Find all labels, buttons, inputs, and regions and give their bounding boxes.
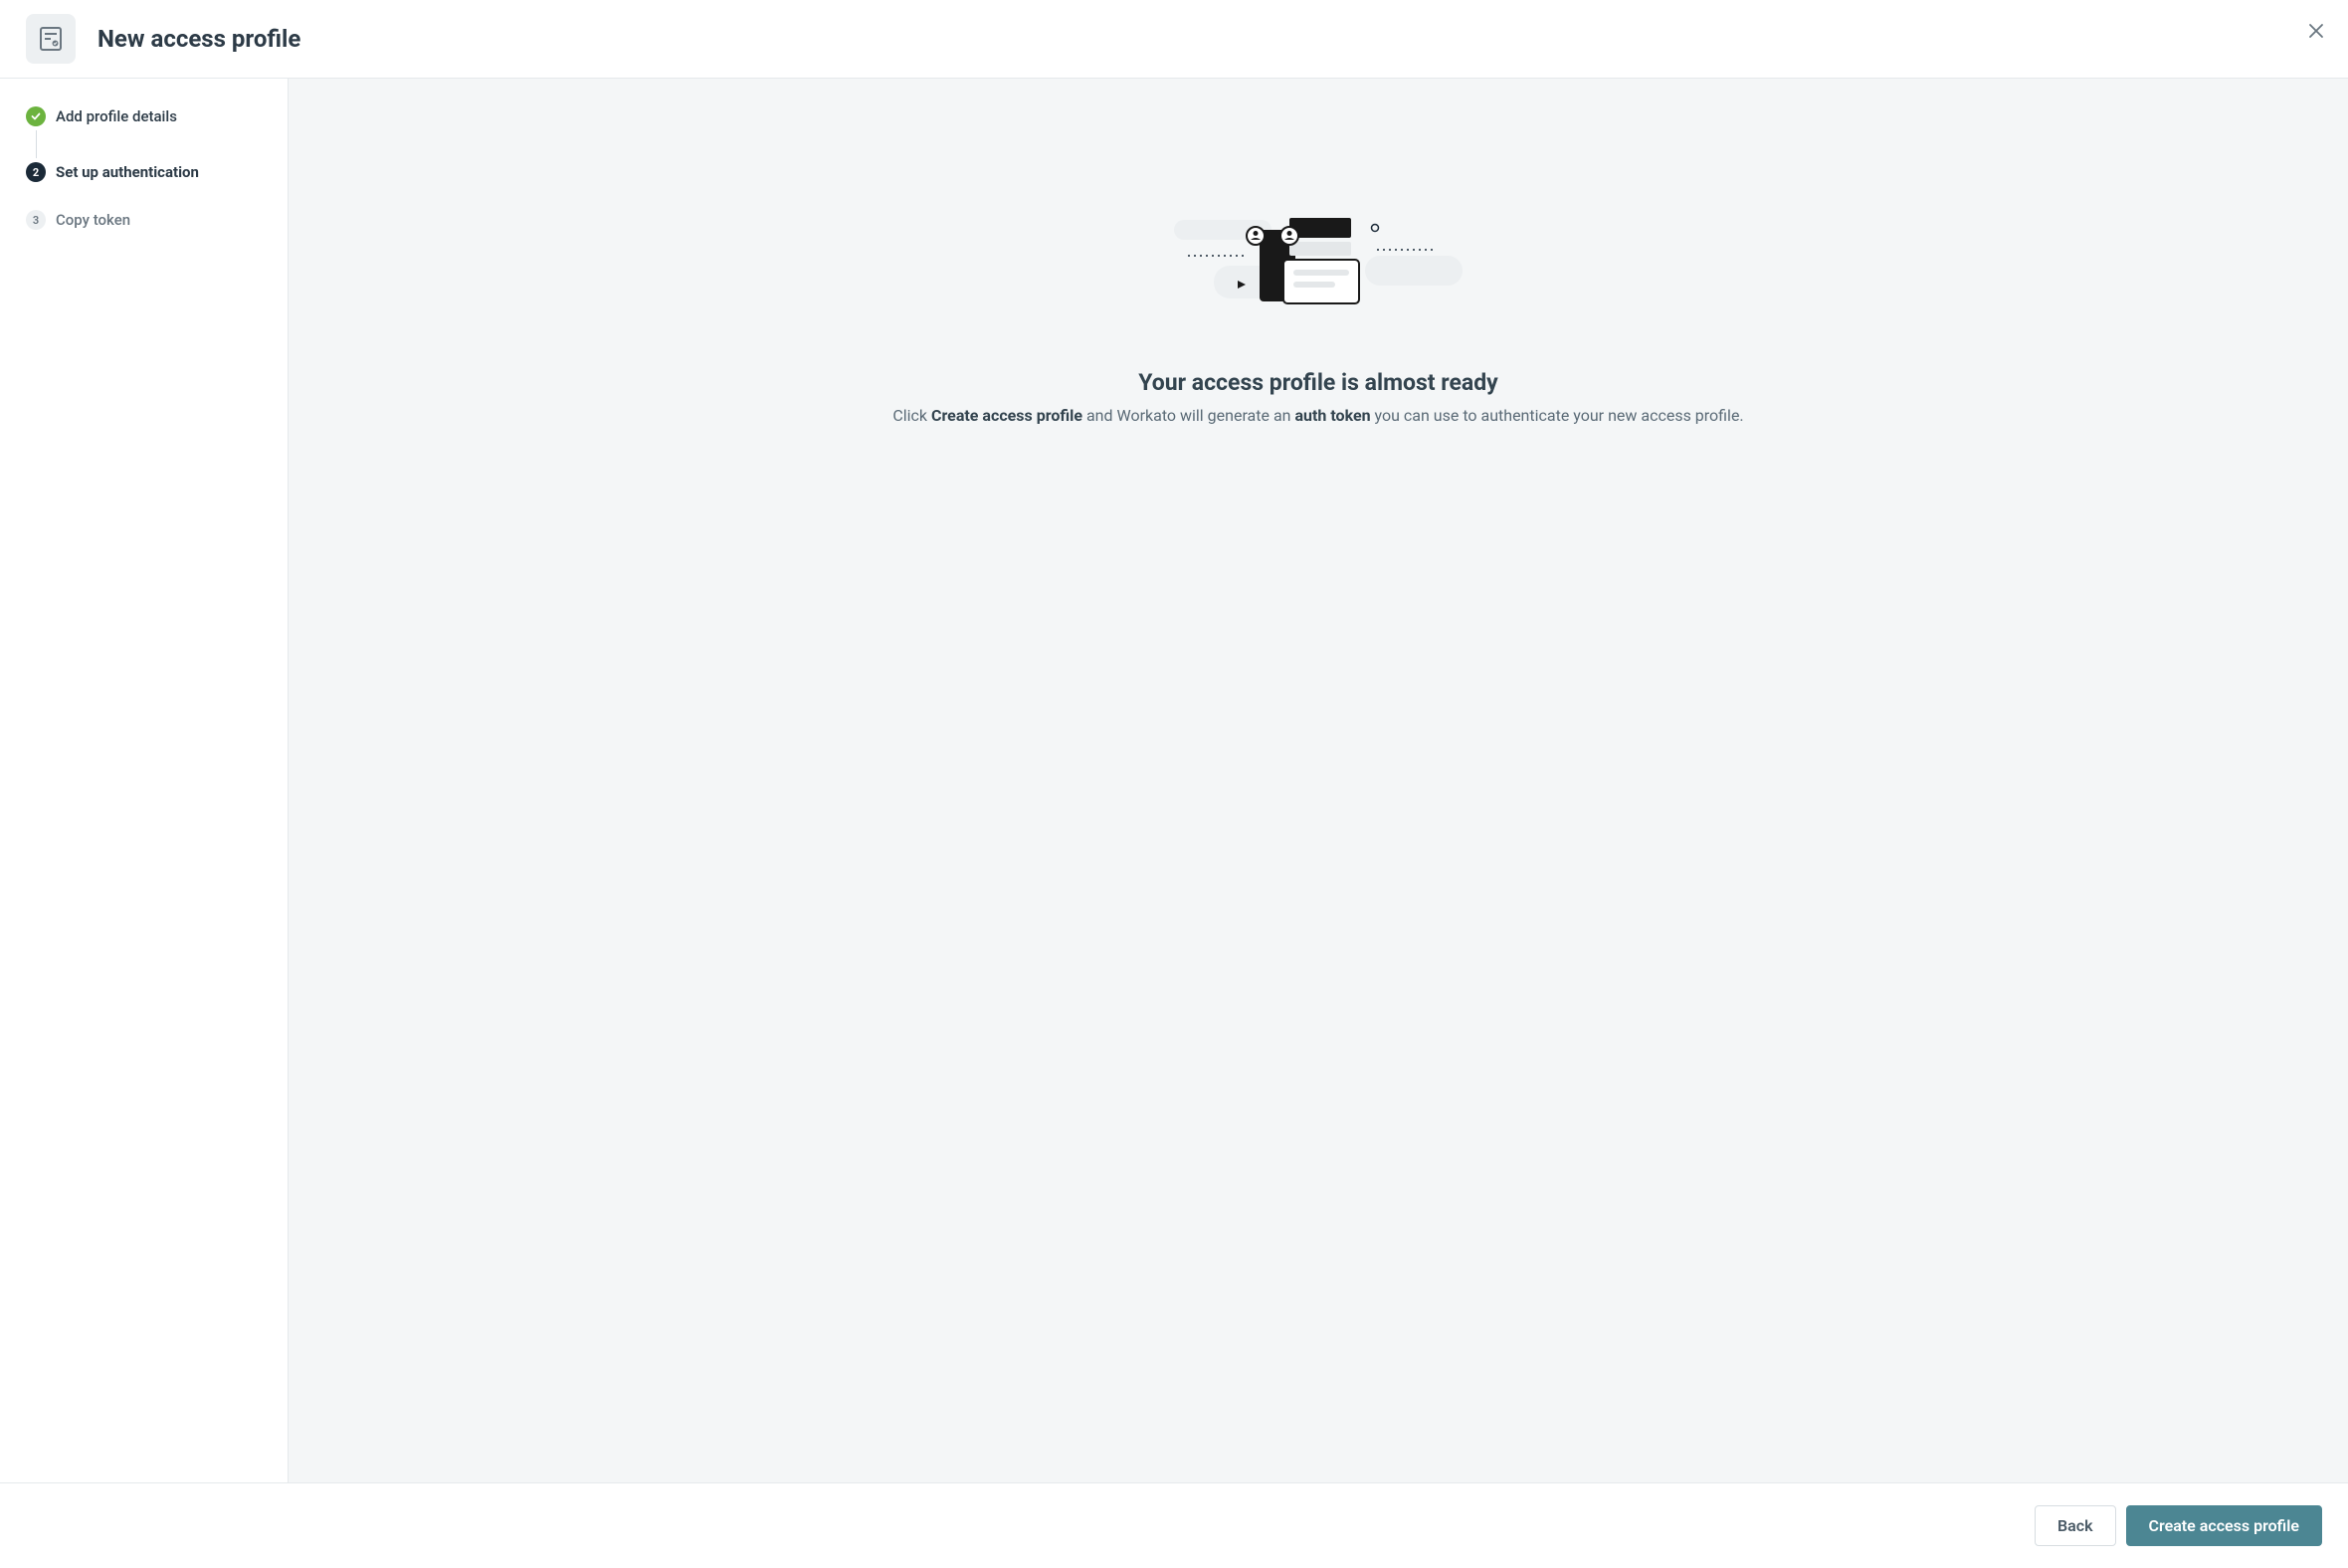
step-copy-token[interactable]: 3 Copy token (26, 210, 262, 230)
step-set-up-authentication[interactable]: 2 Set up authentication (26, 162, 262, 182)
step-number-icon: 2 (26, 162, 46, 182)
step-number-icon: 3 (26, 210, 46, 230)
step-label: Set up authentication (56, 163, 199, 181)
main-content: Your access profile is almost ready Clic… (289, 79, 2348, 1482)
wizard-steps-sidebar: Add profile details 2 Set up authenticat… (0, 79, 289, 1482)
close-icon (2308, 23, 2324, 42)
step-label: Add profile details (56, 107, 177, 125)
dialog-header: New access profile (0, 0, 2348, 79)
step-add-profile-details[interactable]: Add profile details (26, 106, 262, 126)
profile-document-icon (26, 14, 76, 64)
step-connector (36, 130, 37, 158)
step-label: Copy token (56, 211, 130, 229)
check-circle-icon (26, 106, 46, 126)
page-title: New access profile (98, 25, 300, 53)
access-profile-illustration (1174, 218, 1463, 311)
create-access-profile-button[interactable]: Create access profile (2126, 1505, 2322, 1546)
main-description: Click Create access profile and Workato … (892, 406, 1743, 425)
close-button[interactable] (2304, 20, 2328, 44)
back-button[interactable]: Back (2035, 1505, 2116, 1546)
dialog-footer: Back Create access profile (0, 1482, 2348, 1568)
main-heading: Your access profile is almost ready (1138, 369, 1498, 396)
